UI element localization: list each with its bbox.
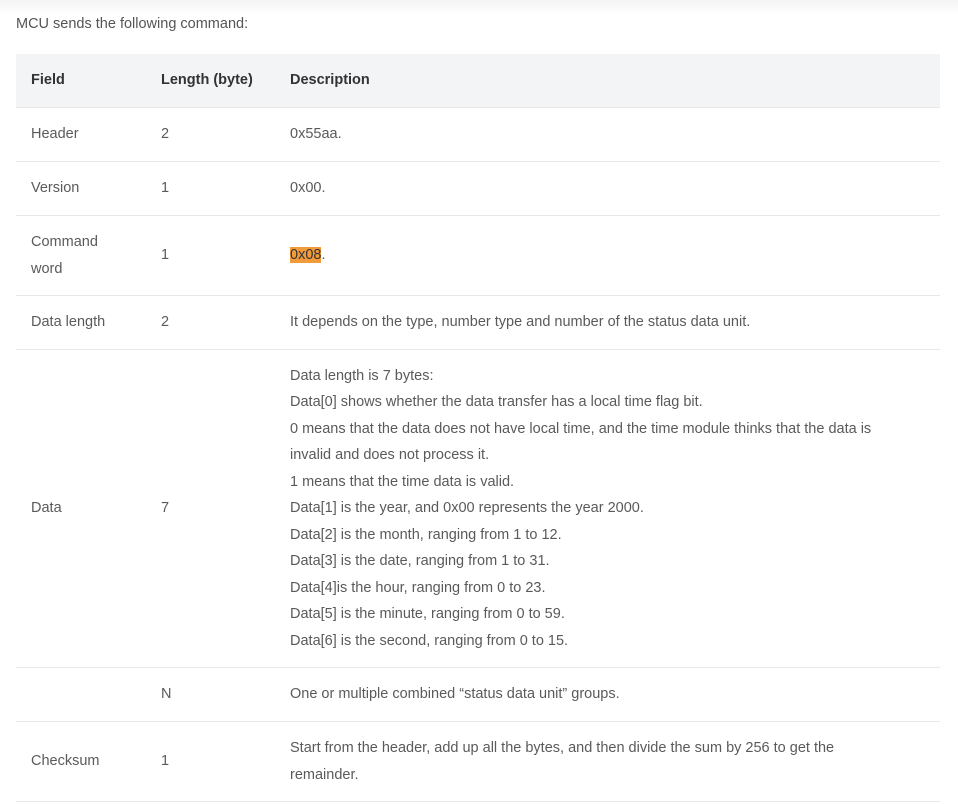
field-cell: Command word [16,215,146,296]
description-line: 0 means that the data does not have loca… [290,420,872,437]
intro-text: MCU sends the following command: [16,16,249,32]
length-cell: 7 [146,349,275,668]
description-cell: One or multiple combined “status data un… [275,667,940,722]
description-line: Data[3] is the date, ranging from 1 to 3… [290,553,550,570]
description-line: Data[6] is the second, ranging from 0 to… [290,632,569,649]
description-line: Data[5] is the minute, ranging from 0 to… [290,606,565,623]
description-suffix: . [321,247,326,264]
description-cell: 0x55aa. [275,107,940,162]
field-cell: Header [16,107,146,162]
length-cell: 1 [146,215,275,296]
table-row: Command word 1 0x08. [16,215,940,296]
description-cell: It depends on the type, number type and … [275,295,940,350]
description-line: Data[1] is the year, and 0x00 represents… [290,500,644,517]
description-cell: 0x08. [275,215,940,296]
header-description: Description [275,54,940,108]
field-cell [16,667,146,722]
table-row: N One or multiple combined “status data … [16,667,940,722]
field-cell: Data length [16,295,146,350]
table-row: Version 1 0x00. [16,161,940,216]
description-line: Data[0] shows whether the data transfer … [290,394,703,411]
table-row: Checksum 1 Start from the header, add up… [16,721,940,802]
description-cell: Data length is 7 bytes: Data[0] shows wh… [275,349,940,668]
field-cell: Data [16,349,146,668]
description-line: Start from the header, add up all the by… [290,740,835,756]
description-cell: 0x00. [275,161,940,216]
field-line: Command [31,234,98,250]
description-line: Data[4]is the hour, ranging from 0 to 23… [290,579,546,596]
table-header-row: Field Length (byte) Description [16,54,940,108]
description-line: Data[2] is the month, ranging from 1 to … [290,526,562,543]
length-cell: 1 [146,721,275,802]
field-line: word [31,260,63,277]
field-cell: Version [16,161,146,216]
description-cell: Start from the header, add up all the by… [275,721,940,802]
description-line: remainder. [290,766,359,783]
table-row: Data 7 Data length is 7 bytes: Data[0] s… [16,349,940,668]
description-line: Data length is 7 bytes: [290,367,434,384]
length-cell: 2 [146,295,275,350]
highlighted-text: 0x08 [290,247,322,264]
table-row: Data length 2 It depends on the type, nu… [16,295,940,350]
description-line: 1 means that the time data is valid. [290,473,515,490]
length-cell: 2 [146,107,275,162]
length-cell: 1 [146,161,275,216]
table-row: Header 2 0x55aa. [16,107,940,162]
description-line: invalid and does not process it. [290,447,490,464]
header-length: Length (byte) [146,54,275,108]
header-field: Field [16,54,146,108]
command-spec-table: Field Length (byte) Description Header 2… [16,54,940,802]
field-cell: Checksum [16,721,146,802]
length-cell: N [146,667,275,722]
top-fade [0,0,958,14]
